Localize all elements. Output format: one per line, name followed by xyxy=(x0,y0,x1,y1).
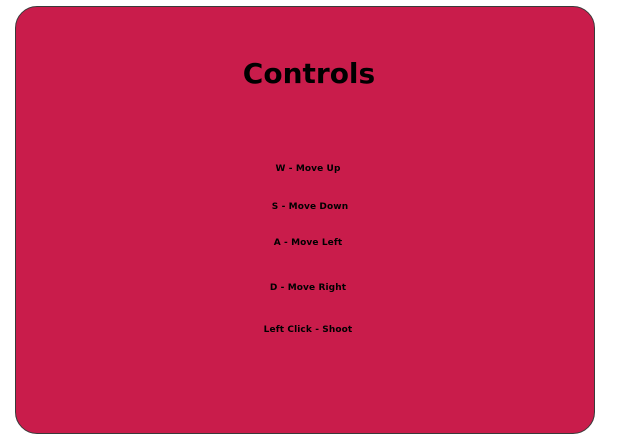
control-shoot: Left Click - Shoot xyxy=(263,325,353,335)
controls-panel: Controls W - Move Up S - Move Down A - M… xyxy=(15,6,595,434)
control-move-left: A - Move Left xyxy=(273,238,343,248)
control-move-up: W - Move Up xyxy=(275,164,341,174)
control-move-down: S - Move Down xyxy=(271,202,349,212)
page-title: Controls xyxy=(242,57,376,90)
control-move-right: D - Move Right xyxy=(269,283,347,293)
